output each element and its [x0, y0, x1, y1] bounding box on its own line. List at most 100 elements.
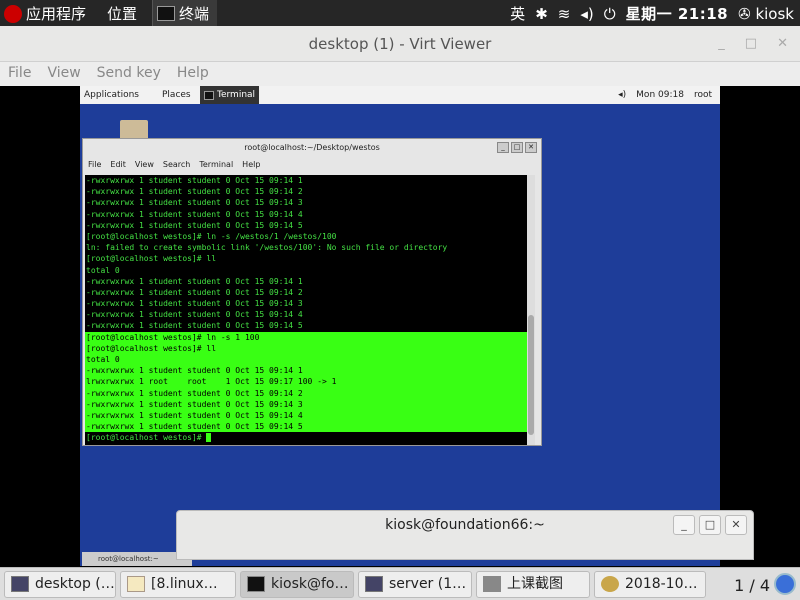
host-terminal-title: kiosk@foundation66:~ — [385, 517, 545, 533]
image-viewer-icon — [601, 576, 619, 592]
maximize-icon[interactable]: □ — [745, 26, 757, 62]
terminal-minimize-icon[interactable]: _ — [497, 142, 509, 153]
host-taskbar: desktop (… [8.linux… kiosk@fo… server (1… — [0, 567, 800, 600]
terminal-line: -rwxrwxrwx 1 student student 0 Oct 15 09… — [86, 209, 303, 219]
term-menu-edit[interactable]: Edit — [110, 157, 126, 173]
terminal-line-selected: total 0 — [85, 354, 535, 366]
minimize-icon[interactable]: _ — [718, 26, 725, 62]
terminal-line: -rwxrwxrwx 1 student student 0 Oct 15 09… — [86, 187, 303, 197]
bluetooth-icon[interactable]: ✱ — [535, 5, 548, 23]
guest-applications-menu[interactable]: Applications — [84, 86, 139, 104]
host-terminal-minimize-icon[interactable]: _ — [673, 515, 695, 535]
terminal-icon — [157, 5, 175, 21]
workspace-indicator-icon[interactable] — [774, 573, 796, 595]
host-terminal-close-icon[interactable]: ✕ — [725, 515, 747, 535]
terminal-prompt-line: [root@localhost westos]# — [85, 432, 535, 443]
taskbar-item-folder[interactable]: 上课截图 — [476, 571, 590, 598]
taskbar-label: server (1… — [389, 576, 467, 592]
virt-viewer-titlebar[interactable]: desktop (1) - Virt Viewer _ □ ✕ — [0, 26, 800, 62]
term-menu-file[interactable]: File — [88, 157, 101, 173]
virt-viewer-menubar: File View Send key Help — [0, 62, 800, 86]
workspace-pager[interactable]: 1 / 4 — [734, 576, 770, 595]
terminal-line-selected: -rwxrwxrwx 1 student student 0 Oct 15 09… — [85, 409, 535, 422]
terminal-prompt: [root@localhost westos]# — [86, 433, 207, 443]
terminal-line: -rwxrwxrwx 1 student student 0 Oct 15 09… — [86, 176, 303, 185]
terminal-line: -rwxrwxrwx 1 student student 0 Oct 15 09… — [86, 299, 303, 309]
taskbar-item-terminal[interactable]: kiosk@fo… — [240, 571, 354, 598]
menu-view[interactable]: View — [47, 62, 80, 86]
menu-file[interactable]: File — [8, 62, 31, 86]
places-menu[interactable]: 位置 — [107, 3, 137, 24]
terminal-line: [root@localhost westos]# ll — [86, 254, 217, 264]
taskbar-label: [8.linux… — [151, 576, 218, 592]
taskbar-label: 2018-10… — [625, 576, 698, 592]
monitor-icon — [365, 576, 383, 592]
menu-send-key[interactable]: Send key — [97, 62, 161, 86]
input-method-indicator[interactable]: 英 — [510, 3, 525, 24]
term-menu-terminal[interactable]: Terminal — [199, 157, 233, 173]
applications-menu[interactable]: 应用程序 — [4, 3, 86, 24]
terminal-menubar: File Edit View Search Terminal Help — [83, 157, 541, 173]
terminal-window: root@localhost:~/Desktop/westos _ □ ✕ Fi… — [82, 138, 542, 446]
user-icon: ✇ — [738, 4, 751, 23]
terminal-line: [root@localhost westos]# ln -s /westos/1… — [86, 231, 337, 241]
taskbar-item-image[interactable]: 2018-10… — [594, 571, 706, 598]
terminal-titlebar[interactable]: root@localhost:~/Desktop/westos _ □ ✕ — [83, 139, 541, 157]
redhat-logo-icon — [4, 4, 22, 23]
terminal-line-selected: -rwxrwxrwx 1 student student 0 Oct 15 09… — [85, 365, 535, 377]
guest-places-menu[interactable]: Places — [162, 86, 191, 104]
terminal-line: -rwxrwxrwx 1 student student 0 Oct 15 09… — [86, 220, 303, 230]
terminal-line: -rwxrwxrwx 1 student student 0 Oct 15 09… — [86, 287, 303, 297]
taskbar-item-desktop[interactable]: desktop (… — [4, 571, 116, 598]
terminal-line-selected: -rwxrwxrwx 1 student student 0 Oct 15 09… — [85, 398, 535, 410]
terminal-line: -rwxrwxrwx 1 student student 0 Oct 15 09… — [86, 276, 303, 286]
folder-icon — [483, 576, 501, 592]
window-title: desktop (1) - Virt Viewer — [308, 35, 492, 53]
terminal-line-selected: -rwxrwxrwx 1 student student 0 Oct 15 09… — [85, 421, 535, 433]
status-area: 英 ✱ ≋ ◂) ⏻ 星期一 21:18 ✇ kiosk — [510, 3, 794, 24]
term-menu-view[interactable]: View — [135, 157, 154, 173]
taskbar-label: kiosk@fo… — [271, 576, 349, 592]
terminal-close-icon[interactable]: ✕ — [525, 142, 537, 153]
menu-help[interactable]: Help — [177, 62, 209, 86]
active-task-label: 终端 — [179, 4, 210, 23]
terminal-maximize-icon[interactable]: □ — [511, 142, 523, 153]
applications-label: 应用程序 — [26, 5, 87, 23]
taskbar-label: desktop (… — [35, 576, 115, 592]
text-editor-icon — [127, 576, 145, 592]
text-cursor — [206, 433, 212, 443]
guest-task-button[interactable]: Terminal — [200, 86, 260, 104]
taskbar-item-editor[interactable]: [8.linux… — [120, 571, 236, 598]
clock[interactable]: 星期一 21:18 — [626, 3, 728, 24]
terminal-line-selected: [root@localhost westos]# ln -s 1 100 — [85, 331, 535, 343]
host-terminal-maximize-icon[interactable]: □ — [699, 515, 721, 535]
terminal-line: -rwxrwxrwx 1 student student 0 Oct 15 09… — [86, 198, 303, 208]
terminal-output[interactable]: -rwxrwxrwx 1 student student 0 Oct 15 09… — [85, 175, 535, 445]
guest-desktop[interactable]: Applications Places Terminal ◂) Mon 09:1… — [80, 86, 720, 566]
close-icon[interactable]: ✕ — [777, 26, 788, 62]
taskbar-item-server[interactable]: server (1… — [358, 571, 472, 598]
guest-volume-icon[interactable]: ◂) — [618, 86, 626, 104]
volume-icon[interactable]: ◂) — [580, 5, 593, 23]
terminal-line: -rwxrwxrwx 1 student student 0 Oct 15 09… — [86, 310, 303, 320]
user-menu[interactable]: ✇ kiosk — [738, 5, 794, 23]
terminal-icon — [247, 576, 265, 592]
term-menu-search[interactable]: Search — [163, 157, 190, 173]
terminal-line-selected: lrwxrwxrwx 1 root root 1 Oct 15 09:17 10… — [85, 376, 535, 388]
term-menu-help[interactable]: Help — [242, 157, 260, 173]
guest-clock[interactable]: Mon 09:18 — [636, 86, 684, 104]
terminal-line: -rwxrwxrwx 1 student student 0 Oct 15 09… — [86, 321, 303, 331]
terminal-line-selected: -rwxrwxrwx 1 student student 0 Oct 15 09… — [85, 387, 535, 399]
host-top-panel: 应用程序 位置 终端 英 ✱ ≋ ◂) ⏻ 星期一 21:18 ✇ kiosk — [0, 0, 800, 26]
terminal-scrollbar[interactable] — [527, 175, 535, 445]
active-task-button[interactable]: 终端 — [152, 0, 218, 26]
monitor-icon — [11, 576, 29, 592]
scrollbar-thumb[interactable] — [528, 315, 534, 435]
guest-user-menu[interactable]: root — [694, 86, 712, 104]
terminal-line: ln: failed to create symbolic link '/wes… — [86, 243, 448, 253]
wifi-icon[interactable]: ≋ — [558, 5, 571, 23]
host-terminal-window[interactable]: kiosk@foundation66:~ _ □ ✕ — [176, 510, 754, 560]
terminal-line-selected: [root@localhost westos]# ll — [85, 342, 535, 354]
power-icon[interactable]: ⏻ — [604, 5, 616, 23]
taskbar-label: 上课截图 — [507, 576, 563, 592]
